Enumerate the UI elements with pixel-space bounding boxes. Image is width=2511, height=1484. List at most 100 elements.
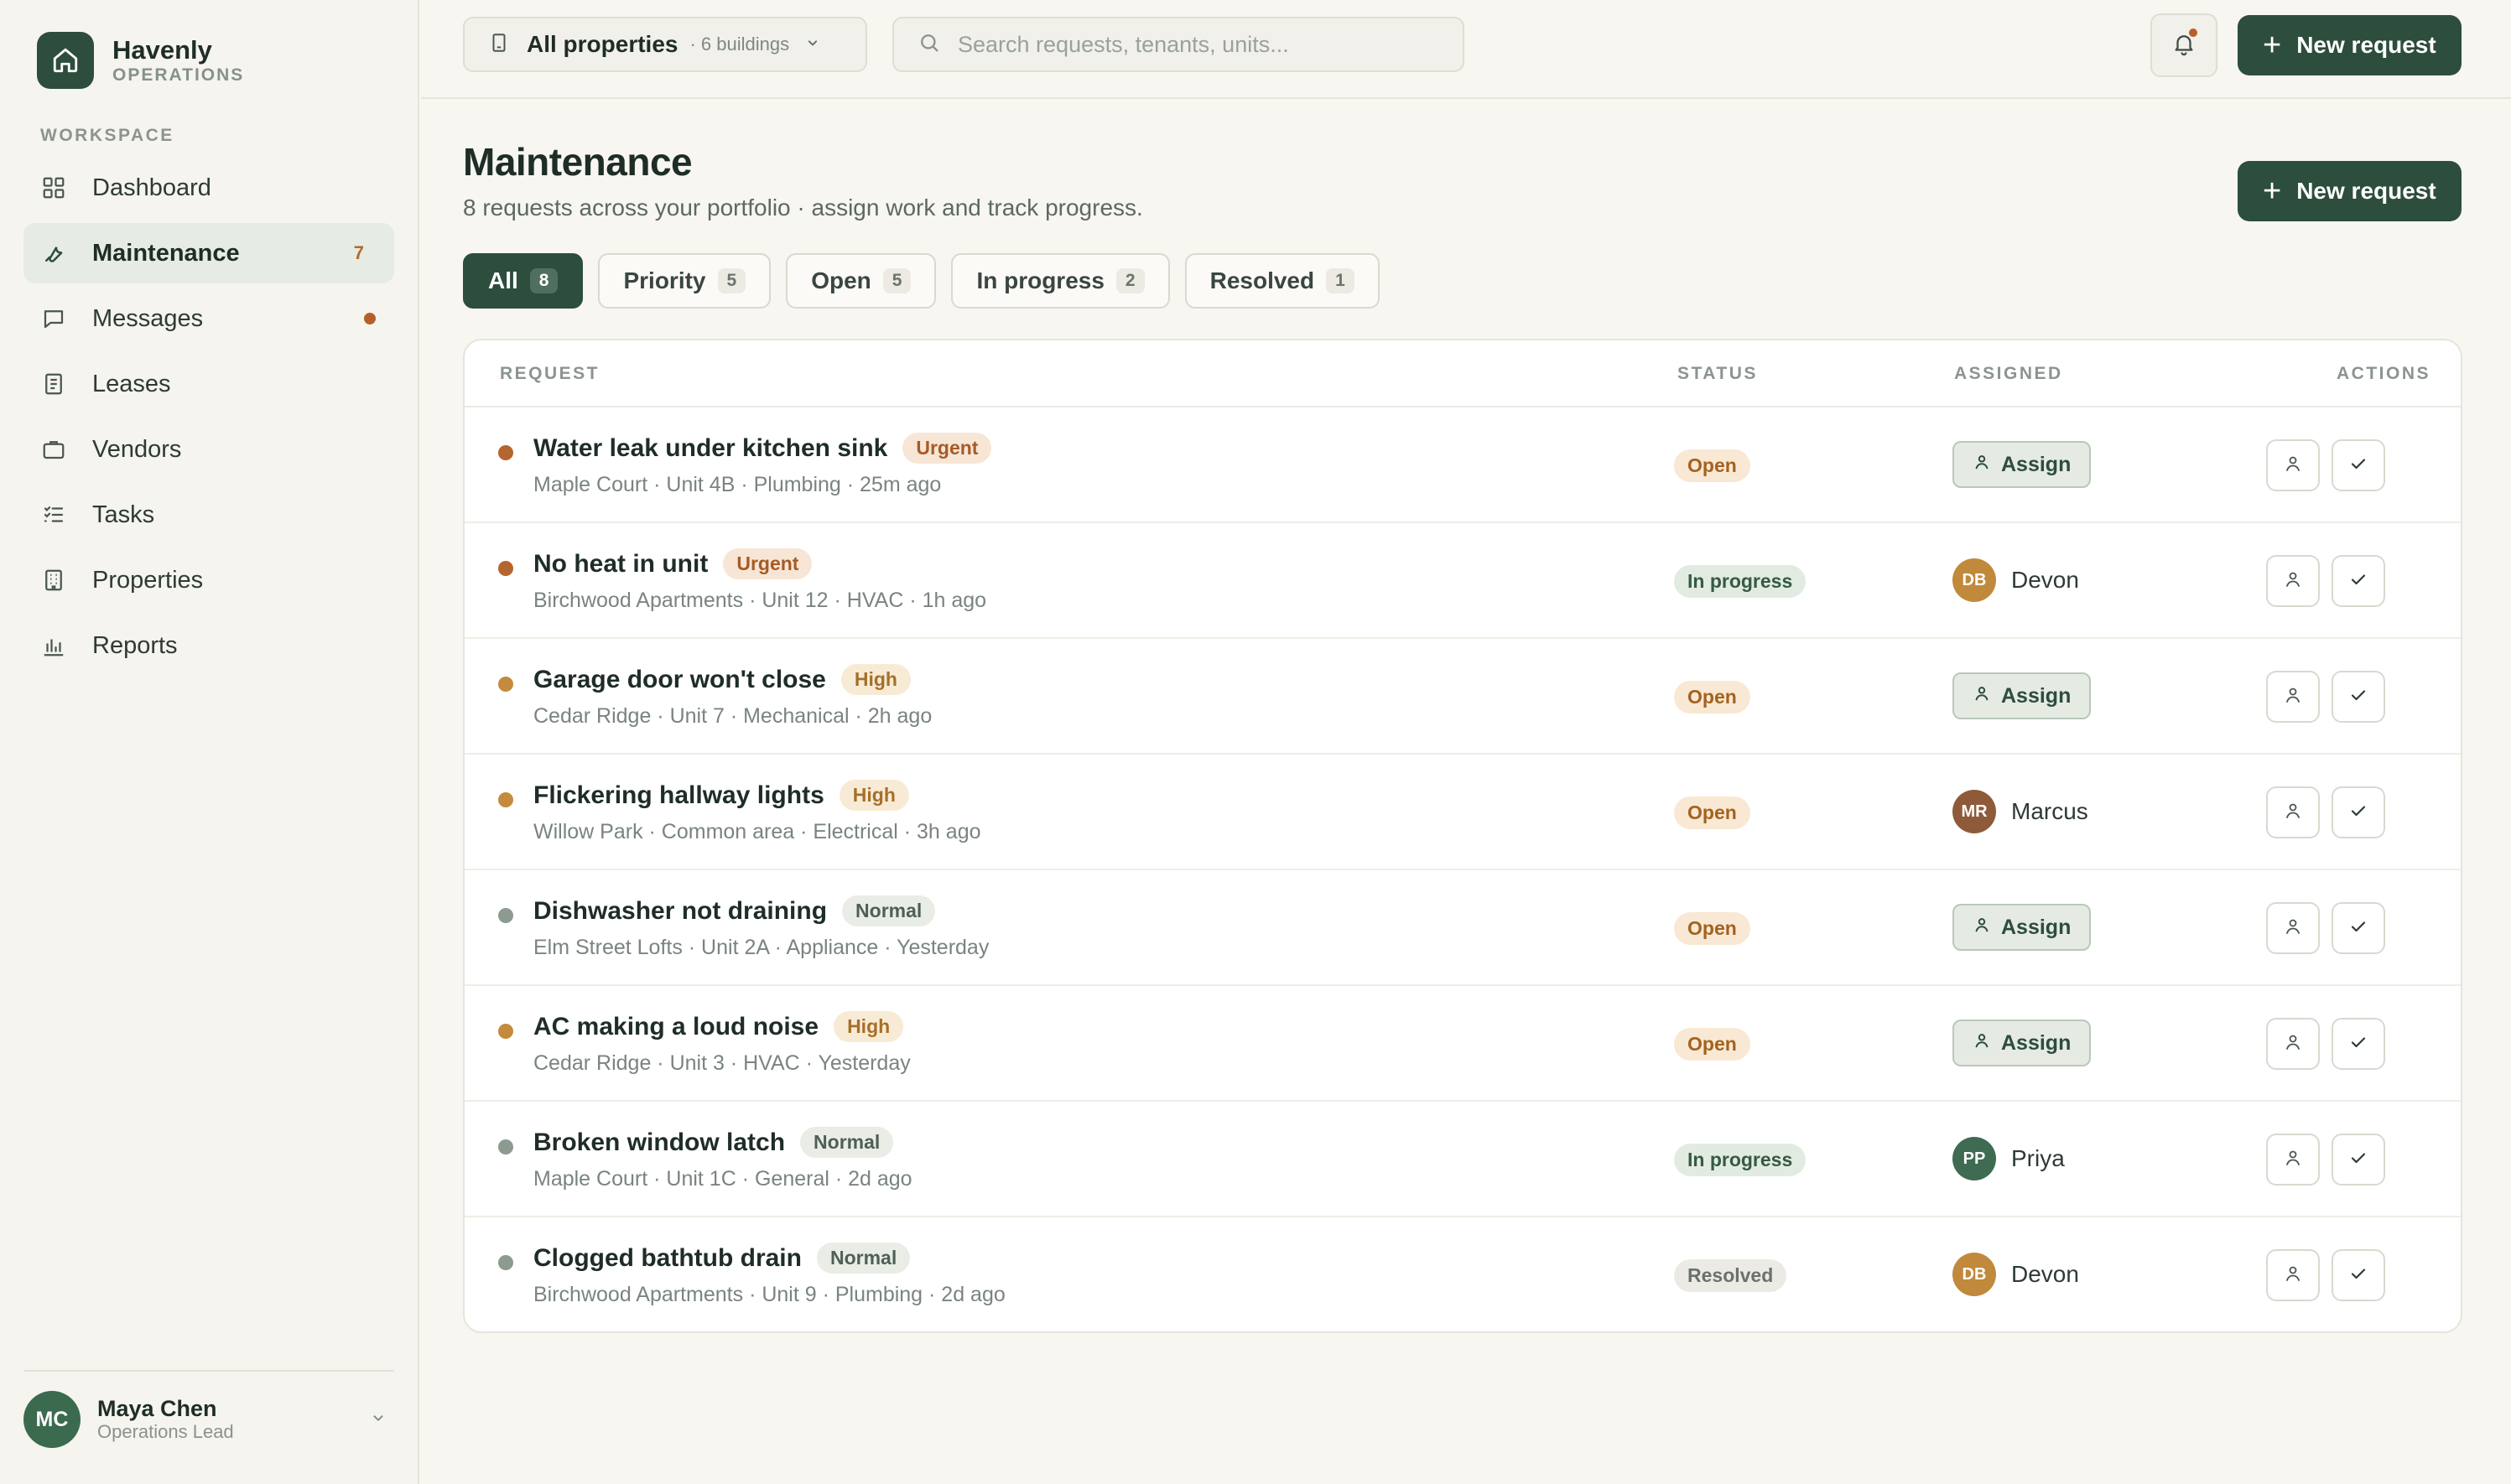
request-meta: Cedar Ridge · Unit 7 · Mechanical · 2h a… <box>533 704 933 728</box>
check-icon <box>2348 1032 2368 1056</box>
sidebar-item-label: Vendors <box>92 435 182 463</box>
request-meta: Cedar Ridge · Unit 3 · HVAC · Yesterday <box>533 1051 911 1075</box>
assign-label: Assign <box>2001 1030 2072 1055</box>
brand[interactable]: Havenly OPERATIONS <box>37 32 244 89</box>
sidebar-item-reports[interactable]: Reports <box>23 615 394 676</box>
assign-action-button[interactable] <box>2266 555 2320 607</box>
column-header-request[interactable]: REQUEST <box>500 364 600 384</box>
priority-dot <box>498 1024 513 1039</box>
assign-label: Assign <box>2001 683 2072 708</box>
status-badge: In progress <box>1674 1144 1807 1176</box>
assign-button[interactable]: Assign <box>1952 1020 2092 1066</box>
person-icon <box>2283 1148 2303 1172</box>
assign-button[interactable]: Assign <box>1952 672 2092 719</box>
notifications-button[interactable] <box>2150 13 2217 77</box>
sidebar-item-tasks[interactable]: Tasks <box>23 485 394 545</box>
assign-action-button[interactable] <box>2266 1134 2320 1186</box>
check-icon <box>2348 801 2368 825</box>
resolve-action-button[interactable] <box>2332 1134 2385 1186</box>
request-title[interactable]: AC making a loud noise <box>533 1013 819 1041</box>
request-title[interactable]: Broken window latch <box>533 1129 785 1157</box>
tab-in-progress[interactable]: In progress 2 <box>951 253 1170 309</box>
status-badge: Open <box>1674 1028 1750 1061</box>
table-row[interactable]: Garage door won't close High Cedar Ridge… <box>465 639 2461 755</box>
request-title-line: Garage door won't close High <box>533 664 911 695</box>
person-icon <box>2283 454 2303 478</box>
assign-action-button[interactable] <box>2266 1018 2320 1070</box>
assignee-name: Devon <box>2011 1261 2079 1287</box>
table-row[interactable]: Broken window latch Normal Maple Court ·… <box>465 1102 2461 1217</box>
assign-action-button[interactable] <box>2266 671 2320 723</box>
search-input[interactable] <box>958 31 1439 58</box>
assign-button[interactable]: Assign <box>1952 441 2092 488</box>
sidebar-item-properties[interactable]: Properties <box>23 550 394 610</box>
property-selector[interactable]: All properties · 6 buildings <box>463 17 867 72</box>
request-meta: Maple Court · Unit 4B · Plumbing · 25m a… <box>533 473 942 496</box>
property-selector-count: · 6 buildings <box>689 34 790 54</box>
tab-all[interactable]: All 8 <box>463 253 584 309</box>
building-icon <box>488 32 510 58</box>
status-badge: Open <box>1674 796 1750 829</box>
priority-badge: Normal <box>800 1127 894 1158</box>
table-row[interactable]: Clogged bathtub drain Normal Birchwood A… <box>465 1217 2461 1331</box>
request-title-line: Broken window latch Normal <box>533 1127 894 1158</box>
column-header-status[interactable]: STATUS <box>1677 364 1758 384</box>
sidebar-item-messages[interactable]: Messages <box>23 288 394 349</box>
table-row[interactable]: Water leak under kitchen sink Urgent Map… <box>465 407 2461 523</box>
table-body: Water leak under kitchen sink Urgent Map… <box>465 407 2461 1331</box>
tab-open[interactable]: Open 5 <box>786 253 937 309</box>
resolve-action-button[interactable] <box>2332 1249 2385 1301</box>
sidebar-item-leases[interactable]: Leases <box>23 354 394 414</box>
sidebar-item-label: Dashboard <box>92 174 211 201</box>
check-icon <box>2348 454 2368 478</box>
table-row[interactable]: Flickering hallway lights High Willow Pa… <box>465 755 2461 870</box>
search-bar[interactable] <box>892 17 1464 72</box>
tab-resolved[interactable]: Resolved 1 <box>1184 253 1380 309</box>
table-row[interactable]: No heat in unit Urgent Birchwood Apartme… <box>465 523 2461 639</box>
request-title[interactable]: Clogged bathtub drain <box>533 1244 802 1273</box>
request-title[interactable]: Garage door won't close <box>533 666 826 694</box>
resolve-action-button[interactable] <box>2332 902 2385 954</box>
request-title-line: Flickering hallway lights High <box>533 780 909 811</box>
wrench-icon <box>40 240 67 267</box>
resolve-action-button[interactable] <box>2332 786 2385 838</box>
filter-tabs: All 8 Priority 5 Open 5 In progress 2 Re… <box>463 253 1395 309</box>
search-icon <box>918 31 941 59</box>
sidebar-item-label: Properties <box>92 566 204 594</box>
priority-dot <box>498 561 513 576</box>
person-icon <box>2283 685 2303 709</box>
resolve-action-button[interactable] <box>2332 439 2385 491</box>
property-selector-label: All properties <box>527 31 678 57</box>
sidebar-item-maintenance[interactable]: Maintenance 7 <box>23 223 394 283</box>
tab-count: 2 <box>1115 268 1145 293</box>
unread-dot <box>364 313 376 324</box>
assign-action-button[interactable] <box>2266 902 2320 954</box>
sidebar-item-label: Maintenance <box>92 239 240 267</box>
request-title[interactable]: Dishwasher not draining <box>533 897 827 926</box>
sidebar-item-label: Messages <box>92 304 204 332</box>
resolve-action-button[interactable] <box>2332 671 2385 723</box>
sidebar-item-vendors[interactable]: Vendors <box>23 419 394 480</box>
assign-action-button[interactable] <box>2266 439 2320 491</box>
resolve-action-button[interactable] <box>2332 1018 2385 1070</box>
column-header-assigned[interactable]: ASSIGNED <box>1954 364 2063 384</box>
assign-action-button[interactable] <box>2266 1249 2320 1301</box>
table-row[interactable]: AC making a loud noise High Cedar Ridge … <box>465 986 2461 1102</box>
table-row[interactable]: Dishwasher not draining Normal Elm Stree… <box>465 870 2461 986</box>
resolve-action-button[interactable] <box>2332 555 2385 607</box>
request-title[interactable]: No heat in unit <box>533 550 708 579</box>
person-icon <box>2283 1032 2303 1056</box>
new-request-button[interactable]: + New request <box>2238 161 2462 221</box>
tab-priority[interactable]: Priority 5 <box>598 253 772 309</box>
assign-button[interactable]: Assign <box>1952 904 2092 951</box>
new-request-button-top[interactable]: + New request <box>2238 15 2462 75</box>
assign-action-button[interactable] <box>2266 786 2320 838</box>
sidebar-item-dashboard[interactable]: Dashboard <box>23 158 394 218</box>
brand-subtitle: OPERATIONS <box>112 65 245 85</box>
request-title[interactable]: Water leak under kitchen sink <box>533 434 887 463</box>
user-menu[interactable]: MC Maya Chen Operations Lead <box>23 1390 394 1449</box>
person-icon <box>2283 1263 2303 1288</box>
request-title[interactable]: Flickering hallway lights <box>533 781 824 810</box>
priority-dot <box>498 677 513 692</box>
priority-badge: Urgent <box>723 548 813 579</box>
